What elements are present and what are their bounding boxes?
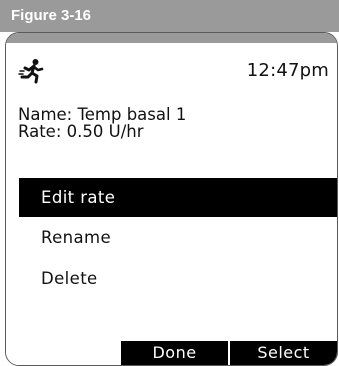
device-top-bar <box>6 33 337 43</box>
basal-name-line: Name: Temp basal 1 <box>18 105 187 124</box>
softkey-bar: Done Select <box>121 341 337 365</box>
menu-item-delete[interactable]: Delete <box>19 258 337 299</box>
device-screen: 12:47pm Name: Temp basal 1 Rate: 0.50 U/… <box>5 32 338 366</box>
basal-info: Name: Temp basal 1 Rate: 0.50 U/hr <box>18 106 186 140</box>
clock-time: 12:47pm <box>246 60 329 81</box>
figure-label: Figure 3-16 <box>0 0 120 32</box>
screen-content: 12:47pm Name: Temp basal 1 Rate: 0.50 U/… <box>6 43 337 365</box>
menu-item-rename[interactable]: Rename <box>19 217 337 258</box>
select-softkey[interactable]: Select <box>230 341 337 365</box>
basal-rate-line: Rate: 0.50 U/hr <box>18 122 144 141</box>
options-menu: Edit rate Rename Delete <box>19 178 337 299</box>
running-person-icon <box>18 59 44 84</box>
menu-item-edit-rate[interactable]: Edit rate <box>19 178 337 217</box>
done-softkey[interactable]: Done <box>121 341 228 365</box>
